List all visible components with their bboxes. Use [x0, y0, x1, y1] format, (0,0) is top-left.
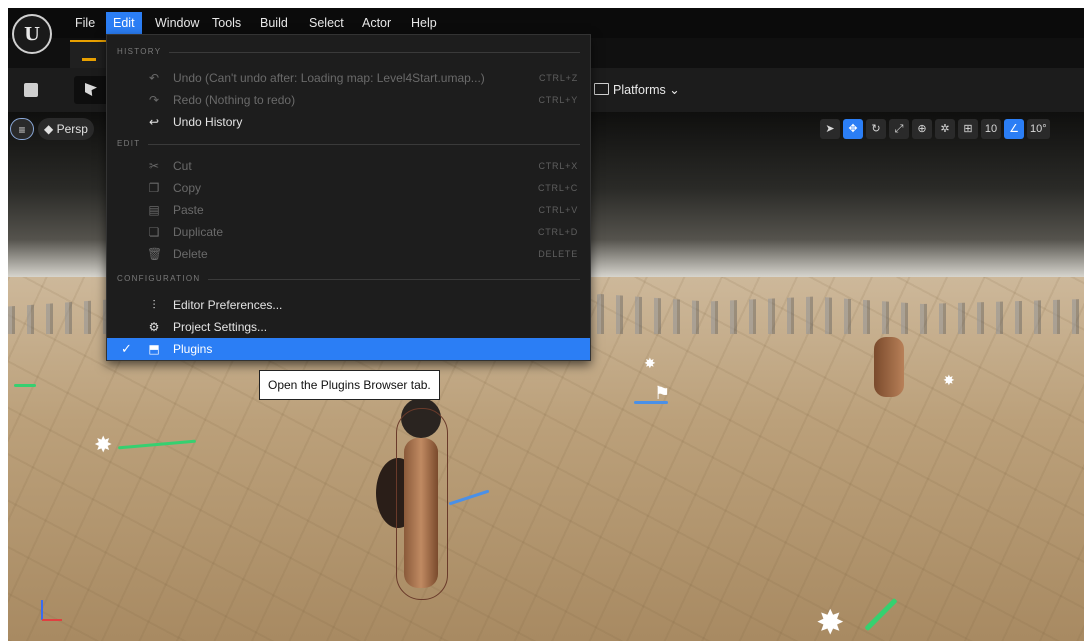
paste-icon: ▤ — [148, 203, 160, 217]
menu-item-cut[interactable]: ✂ Cut CTRL+X — [107, 155, 590, 177]
unreal-logo-icon[interactable]: U — [12, 14, 52, 54]
menu-window[interactable]: Window — [148, 12, 206, 34]
undo-history-icon: ↩ — [148, 115, 160, 129]
tooltip: Open the Plugins Browser tab. — [259, 370, 440, 400]
grid-snap-value[interactable]: 10 — [981, 119, 1001, 139]
menu-select[interactable]: Select — [302, 12, 351, 34]
menu-item-project-settings[interactable]: ⚙ Project Settings... — [107, 316, 590, 338]
menu-help[interactable]: Help — [404, 12, 444, 34]
menu-tools[interactable]: Tools — [205, 12, 248, 34]
axis-indicator-icon — [41, 600, 62, 621]
world-local-icon[interactable]: ⊕ — [912, 119, 932, 139]
plugin-icon: ⬒ — [148, 342, 160, 356]
perspective-label: Persp — [56, 122, 88, 136]
viewport-transform-tools: ➤ ✥ ↻ ⤢ ⊕ ✲ ⊞ 10 ∠ 10° — [820, 118, 1050, 140]
sliders-icon: ⫶ — [152, 298, 156, 312]
checkmark-icon: ✓ — [121, 341, 132, 356]
menu-item-redo[interactable]: ↷ Redo (Nothing to redo) CTRL+Y — [107, 89, 590, 111]
gladiator-character[interactable] — [376, 398, 466, 600]
grid-snap-icon[interactable]: ⊞ — [958, 119, 978, 139]
light-actor-icon[interactable]: ✸ — [816, 606, 845, 640]
viewport-menu-button[interactable]: ≡ — [10, 118, 34, 140]
light-actor-icon[interactable]: ✸ — [94, 434, 112, 456]
edit-menu-dropdown: HISTORY ↶ Undo (Can't undo after: Loading… — [106, 34, 591, 361]
perspective-icon: ◆ — [44, 122, 57, 136]
level-icon — [82, 48, 96, 61]
section-configuration: CONFIGURATION — [107, 272, 590, 286]
surface-snap-icon[interactable]: ✲ — [935, 119, 955, 139]
copy-icon: ❐ — [148, 181, 160, 195]
menu-item-undo[interactable]: ↶ Undo (Can't undo after: Loading map: Le… — [107, 67, 590, 89]
transform-arrow[interactable] — [14, 384, 36, 387]
capsule-collision — [396, 408, 448, 600]
menu-item-editor-preferences[interactable]: ⫶ Editor Preferences... — [107, 294, 590, 316]
menu-edit[interactable]: Edit — [106, 12, 142, 34]
settings-icon: ⚙ — [148, 320, 160, 334]
light-actor-icon[interactable]: ✸ — [644, 352, 656, 374]
tab-level[interactable] — [70, 40, 110, 68]
select-tool-icon[interactable]: ➤ — [820, 119, 840, 139]
menu-item-undo-history[interactable]: ↩ Undo History — [107, 111, 590, 133]
menu-build[interactable]: Build — [253, 12, 295, 34]
duplicate-icon: ❏ — [148, 225, 160, 239]
translate-tool-icon[interactable]: ✥ — [843, 119, 863, 139]
scale-tool-icon[interactable]: ⤢ — [889, 119, 909, 139]
gladiator-character[interactable] — [874, 337, 904, 397]
menu-file[interactable]: File — [68, 12, 102, 34]
cursor-icon — [85, 83, 97, 96]
platforms-button[interactable]: Platforms ⌄ — [594, 82, 680, 97]
rotation-snap-value[interactable]: 10° — [1027, 119, 1050, 139]
rotation-snap-icon[interactable]: ∠ — [1004, 119, 1024, 139]
viewport-left-controls: ≡ ◆ Persp — [10, 118, 94, 140]
menu-actor[interactable]: Actor — [355, 12, 398, 34]
redo-icon: ↷ — [148, 93, 160, 107]
chevron-down-icon: ⌄ — [669, 83, 680, 97]
perspective-button[interactable]: ◆ Persp — [38, 118, 94, 140]
section-edit: EDIT — [107, 137, 590, 151]
light-actor-icon[interactable]: ✸ — [943, 369, 955, 391]
menu-item-copy[interactable]: ❐ Copy CTRL+C — [107, 177, 590, 199]
delete-icon: 🗑 — [147, 247, 163, 261]
section-history: HISTORY — [107, 45, 590, 59]
menu-item-plugins[interactable]: ✓ ⬒ Plugins — [107, 338, 590, 360]
platforms-label: Platforms — [613, 83, 666, 97]
unreal-editor-window: U File Edit Window Tools Build Select Ac… — [8, 8, 1084, 641]
cut-icon: ✂ — [148, 159, 160, 173]
menu-item-delete[interactable]: 🗑 Delete DELETE — [107, 243, 590, 265]
undo-icon: ↶ — [148, 71, 160, 85]
select-mode-button[interactable] — [74, 76, 110, 104]
rotate-tool-icon[interactable]: ↻ — [866, 119, 886, 139]
menu-item-duplicate[interactable]: ❏ Duplicate CTRL+D — [107, 221, 590, 243]
monitor-icon — [594, 83, 609, 95]
save-icon[interactable] — [24, 83, 38, 97]
transform-arrow[interactable] — [634, 401, 668, 404]
menu-item-paste[interactable]: ▤ Paste CTRL+V — [107, 199, 590, 221]
